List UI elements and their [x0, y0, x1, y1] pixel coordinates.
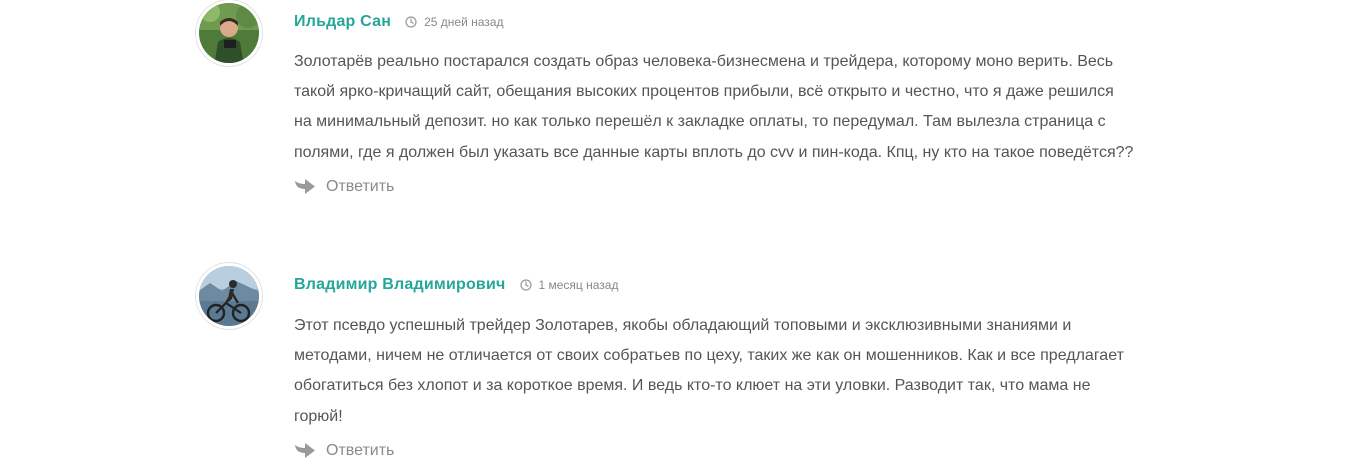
- avatar-photo-icon: [197, 1, 261, 65]
- reply-label: Ответить: [326, 177, 395, 195]
- avatar: [196, 263, 262, 329]
- reply-arrow-icon: [295, 178, 315, 194]
- comment-body: Владимир Владимирович 1 месяц назад Этот…: [294, 263, 1134, 464]
- comment-date: 1 месяц назад: [519, 278, 619, 292]
- avatar-photo-icon: [197, 264, 261, 328]
- comment-text: Золотарёв реально постарался создать обр…: [294, 53, 1134, 161]
- comment-date: 25 дней назад: [405, 15, 503, 29]
- clock-icon: [405, 16, 417, 28]
- reply-button[interactable]: Ответить: [294, 178, 394, 196]
- comment-date-text: 25 дней назад: [424, 15, 504, 29]
- comment-text: Этот псевдо успешный трейдер Золотарев, …: [294, 317, 1124, 425]
- comment-author[interactable]: Ильдар Сан: [294, 13, 391, 31]
- comment-meta: Ильдар Сан 25 дней назад: [294, 0, 1134, 44]
- comment-date-text: 1 месяц назад: [538, 278, 619, 292]
- comment-author[interactable]: Владимир Владимирович: [294, 276, 506, 294]
- reply-arrow-icon: [295, 442, 315, 458]
- comment-body: Ильдар Сан 25 дней назад Золотарёв реаль…: [294, 0, 1134, 200]
- reply-button[interactable]: Ответить: [294, 442, 394, 460]
- reply-label: Ответить: [326, 441, 395, 459]
- comment-meta: Владимир Владимирович 1 месяц назад: [294, 263, 1134, 307]
- clock-icon: [519, 279, 532, 291]
- avatar: [196, 0, 262, 66]
